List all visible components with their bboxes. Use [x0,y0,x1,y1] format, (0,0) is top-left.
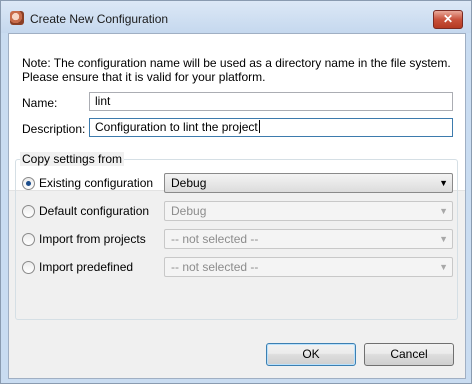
ok-button-label: OK [302,347,320,361]
cancel-button-label: Cancel [390,347,428,361]
chevron-down-icon: ▼ [439,206,448,216]
text-caret [258,120,260,133]
radio-import-from-projects-label[interactable]: Import from projects [39,232,146,246]
default-configuration-dropdown: Debug ▼ [164,201,453,221]
existing-configuration-dropdown[interactable]: Debug ▼ [164,173,453,193]
existing-configuration-value: Debug [171,176,207,190]
chevron-down-icon: ▼ [439,262,448,272]
chevron-down-icon: ▼ [439,234,448,244]
description-label: Description: [22,122,86,136]
cancel-button[interactable]: Cancel [364,343,454,366]
radio-existing-configuration-label[interactable]: Existing configuration [39,176,153,190]
radio-default-configuration-label[interactable]: Default configuration [39,204,149,218]
dialog-client-area: Note: The configuration name will be use… [8,33,466,379]
radio-import-from-projects[interactable] [22,233,35,246]
radio-import-predefined[interactable] [22,261,35,274]
copy-settings-title: Copy settings from [22,152,123,166]
default-configuration-value: Debug [171,204,207,218]
close-button[interactable]: ✕ [433,10,463,29]
title-bar[interactable]: Create New Configuration ✕ [1,1,471,33]
radio-import-predefined-label[interactable]: Import predefined [39,260,133,274]
import-predefined-value: -- not selected -- [171,260,259,274]
import-from-projects-dropdown: -- not selected -- ▼ [164,229,453,249]
description-input[interactable]: Configuration to lint the project [89,118,453,137]
note-line-1: Note: The configuration name will be use… [22,56,451,70]
window-title: Create New Configuration [30,12,169,26]
name-input-value: lint [95,94,111,108]
name-label: Name: [22,96,58,110]
note-text: Note: The configuration name will be use… [22,56,462,84]
dialog-window: Create New Configuration ✕ Note: The con… [0,0,472,384]
ok-button[interactable]: OK [266,343,356,366]
radio-default-configuration[interactable] [22,205,35,218]
import-predefined-dropdown: -- not selected -- ▼ [164,257,453,277]
description-input-value: Configuration to lint the project [95,120,258,134]
name-input[interactable]: lint [89,92,453,111]
radio-existing-configuration[interactable] [22,177,35,190]
close-icon: ✕ [442,12,454,26]
import-from-projects-value: -- not selected -- [171,232,259,246]
chevron-down-icon: ▼ [439,178,448,188]
note-line-2: Please ensure that it is valid for your … [22,70,266,84]
app-icon [10,11,24,25]
